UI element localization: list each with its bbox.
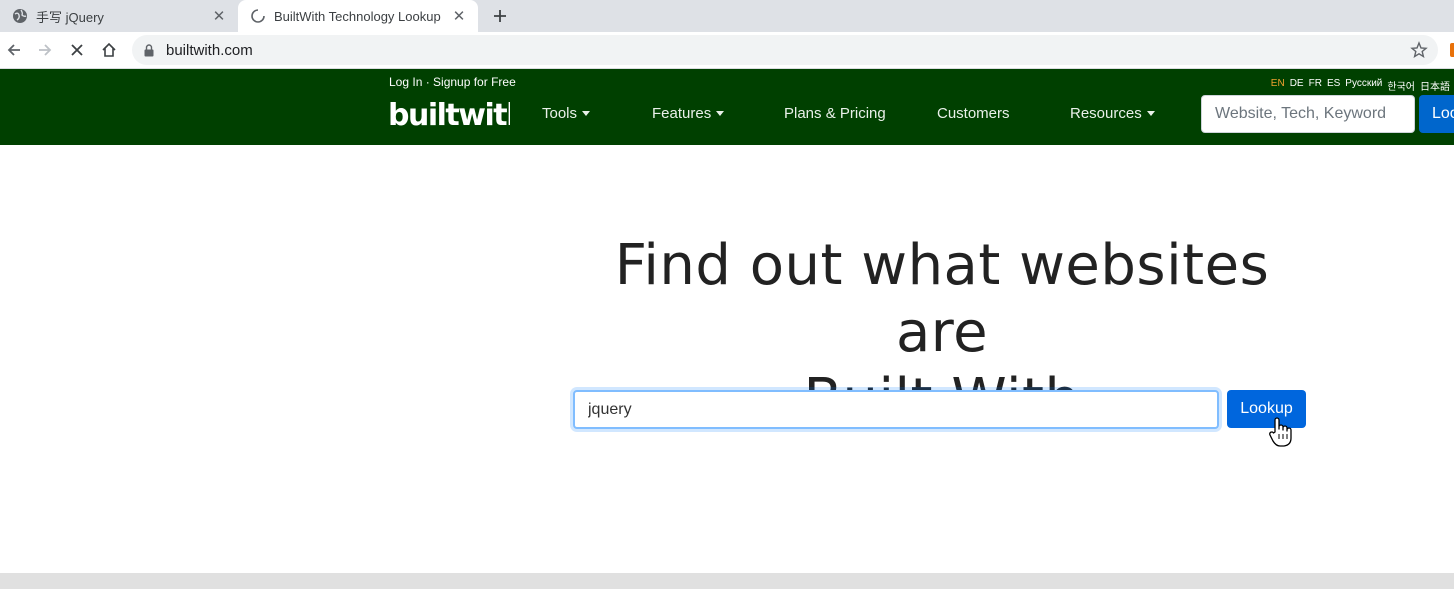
url-text: builtwith.com xyxy=(166,41,253,59)
address-bar[interactable]: builtwith.com xyxy=(132,35,1438,65)
caret-down-icon xyxy=(1146,111,1155,116)
nav-label: Resources xyxy=(1070,105,1142,122)
caret-down-icon xyxy=(716,111,725,116)
lang-ko[interactable]: 한국어 xyxy=(1387,78,1415,93)
nav-tools[interactable]: Tools xyxy=(542,105,591,122)
lang-es[interactable]: ES xyxy=(1327,78,1340,93)
lang-ja[interactable]: 日本語 xyxy=(1420,78,1450,93)
nav-resources[interactable]: Resources xyxy=(1070,105,1155,122)
lookup-button[interactable]: Lookup xyxy=(1227,390,1306,428)
lang-ru[interactable]: Русский xyxy=(1345,78,1382,93)
browser-tab-inactive[interactable]: 手写 jQuery ✕ xyxy=(0,0,238,32)
auth-links[interactable]: Log In · Signup for Free xyxy=(389,75,516,89)
browser-toolbar: builtwith.com xyxy=(0,32,1454,69)
lang-en[interactable]: EN xyxy=(1271,78,1285,93)
extension-icon[interactable] xyxy=(1450,43,1454,57)
tab-title: BuiltWith Technology Lookup xyxy=(274,8,441,24)
nav-plans-pricing[interactable]: Plans & Pricing xyxy=(784,105,886,122)
nav-label: Features xyxy=(652,105,712,122)
tab-title: 手写 jQuery xyxy=(36,9,104,25)
lock-icon xyxy=(144,43,156,57)
page-bottom-strip xyxy=(0,573,1454,589)
browser-tab-strip: 手写 jQuery ✕ BuiltWith Technology Lookup … xyxy=(0,0,1454,32)
bookmark-star-icon[interactable] xyxy=(1410,41,1428,59)
caret-down-icon xyxy=(582,111,591,116)
site-header: Log In · Signup for Free builtwith Tools… xyxy=(0,69,1454,145)
nav-label: Tools xyxy=(542,105,578,122)
home-icon[interactable] xyxy=(97,38,121,62)
hand-pointer-cursor-icon xyxy=(1268,416,1294,448)
header-search-input[interactable] xyxy=(1201,95,1415,133)
nav-label: Plans & Pricing xyxy=(784,105,886,122)
globe-icon xyxy=(12,8,28,24)
builtwith-logo[interactable]: builtwith xyxy=(388,95,528,133)
lang-fr[interactable]: FR xyxy=(1309,78,1322,93)
language-switcher: EN DE FR ES Русский 한국어 日本語 xyxy=(1271,78,1450,93)
stop-loading-icon[interactable] xyxy=(65,38,89,62)
nav-customers[interactable]: Customers xyxy=(937,105,1010,122)
new-tab-button[interactable] xyxy=(488,4,512,28)
nav-features[interactable]: Features xyxy=(652,105,725,122)
back-arrow-icon[interactable] xyxy=(2,38,26,62)
svg-text:builtwith: builtwith xyxy=(388,98,510,131)
browser-tab-active[interactable]: BuiltWith Technology Lookup ✕ xyxy=(238,0,478,32)
hero-title-line1: Find out what websites are xyxy=(614,233,1270,365)
lookup-input[interactable] xyxy=(573,390,1219,429)
close-tab-icon[interactable]: ✕ xyxy=(448,5,470,27)
nav-label: Customers xyxy=(937,105,1010,122)
lang-de[interactable]: DE xyxy=(1290,78,1304,93)
loading-spinner-icon xyxy=(250,8,266,24)
forward-arrow-icon[interactable] xyxy=(33,38,57,62)
close-tab-icon[interactable]: ✕ xyxy=(208,5,230,27)
header-lookup-button[interactable]: Lookup xyxy=(1419,95,1454,133)
